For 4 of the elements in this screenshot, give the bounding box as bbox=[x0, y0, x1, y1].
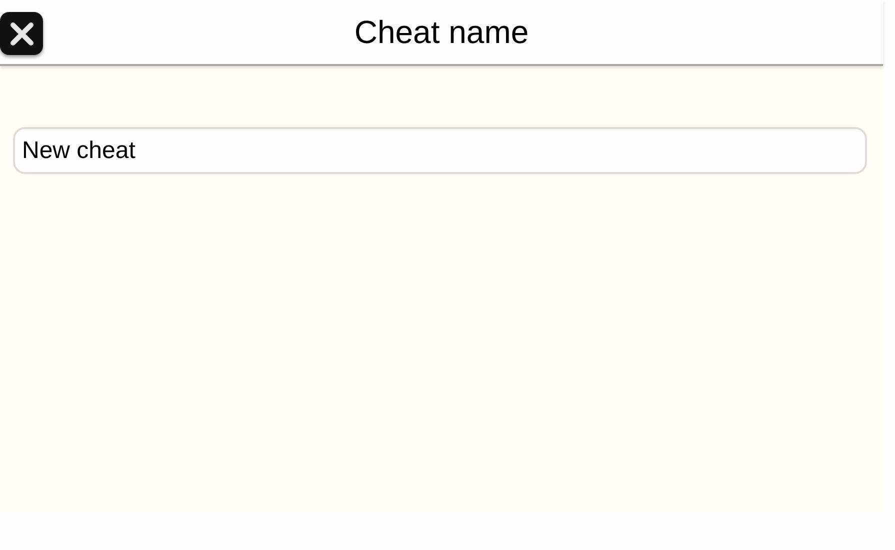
header-title: Cheat name bbox=[354, 16, 529, 48]
close-button[interactable] bbox=[0, 12, 43, 55]
name-input-field[interactable]: New cheat bbox=[13, 127, 867, 174]
close-icon bbox=[8, 20, 36, 48]
